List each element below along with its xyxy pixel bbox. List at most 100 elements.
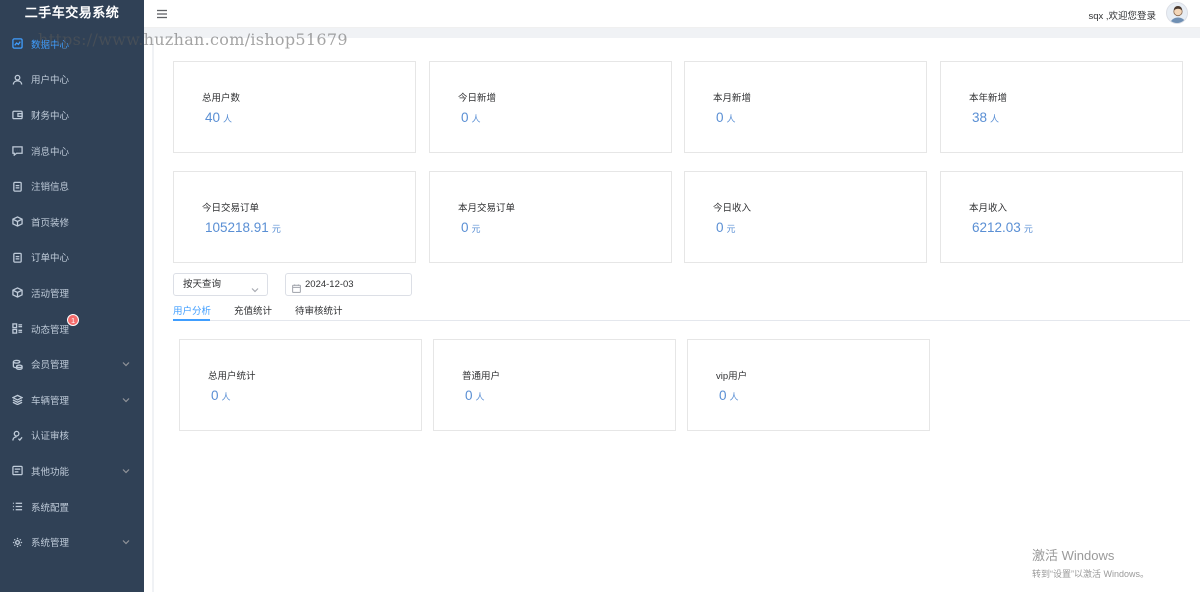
sidebar-item-dynamic-management[interactable]: 动态管理 1 (0, 311, 144, 347)
dashboard-icon (12, 38, 23, 50)
stat-value: 0人 (211, 388, 231, 403)
chevron-down-icon (122, 360, 130, 368)
windows-activation-watermark: 激活 Windows 转到“设置”以激活 Windows。 (1032, 545, 1149, 580)
chevron-down-icon (122, 467, 130, 475)
sidebar-item-activity-management[interactable]: 活动管理 (0, 275, 144, 311)
stat-value: 0元 (716, 220, 736, 235)
sidebar-item-other-functions[interactable]: 其他功能 (0, 453, 144, 489)
sidebar-item-user-center[interactable]: 用户中心 (0, 62, 144, 98)
menu-list-icon (12, 501, 23, 512)
sidebar-item-cancellation-info[interactable]: 注销信息 (0, 168, 144, 204)
sidebar-item-label: 系统配置 (31, 502, 70, 514)
sidebar-item-member-management[interactable]: 会员管理 (0, 346, 144, 382)
tab-recharge-stats[interactable]: 充值统计 (234, 303, 272, 317)
stat-card-month-new: 本月新增 0人 (684, 61, 927, 153)
sidebar-item-label: 财务中心 (31, 110, 70, 122)
document-icon (12, 181, 23, 192)
query-type-select[interactable]: 按天查询 (173, 273, 268, 296)
date-picker[interactable]: 2024-12-03 (285, 273, 412, 296)
user-check-icon (12, 430, 23, 441)
stat-card-today-orders: 今日交易订单 105218.91 元 (173, 171, 416, 263)
stat-value: 105218.91 元 (205, 220, 281, 235)
date-value: 2024-12-03 (305, 279, 354, 290)
stat-label: 普通用户 (462, 371, 501, 382)
sidebar-item-label: 会员管理 (31, 360, 70, 372)
stat-card-regular-users: 普通用户 0人 (433, 339, 676, 431)
sidebar-item-label: 订单中心 (31, 253, 70, 265)
message-icon (12, 145, 23, 157)
sidebar-item-label: 认证审核 (31, 431, 70, 443)
wallet-icon (12, 109, 23, 120)
chevron-down-icon (122, 538, 130, 546)
stat-label: 本年新增 (969, 93, 1008, 104)
stat-value: 0元 (461, 220, 481, 235)
box-icon (12, 216, 23, 228)
top-header: sqx ,欢迎您登录 (144, 0, 1200, 28)
stat-card-year-new: 本年新增 38 人 (940, 61, 1183, 153)
stat-label: 今日新增 (458, 93, 497, 104)
sidebar-item-system-management[interactable]: 系统管理 (0, 524, 144, 560)
stat-value: 6212.03 元 (972, 220, 1033, 235)
tab-user-analysis[interactable]: 用户分析 (173, 303, 211, 317)
stat-value: 40 人 (205, 110, 233, 125)
user-icon (12, 74, 23, 85)
sidebar-item-label: 活动管理 (31, 288, 70, 300)
sidebar-item-label: 用户中心 (31, 75, 70, 87)
stat-label: 本月交易订单 (458, 203, 516, 214)
stat-value: 38 人 (972, 110, 1000, 125)
list-board-icon (12, 465, 23, 476)
windows-activation-title: 激活 Windows (1032, 548, 1115, 563)
notification-badge: 1 (67, 313, 80, 326)
grid-list-icon (12, 323, 23, 334)
stat-label: vip用户 (716, 371, 748, 382)
stat-label: 总用户统计 (208, 371, 256, 382)
gear-icon (12, 537, 23, 548)
stat-card-vip-users: vip用户 0人 (687, 339, 930, 431)
coins-icon (12, 359, 23, 370)
sidebar-item-label: 动态管理 (31, 324, 70, 336)
sidebar-item-label: 其他功能 (31, 466, 70, 478)
calendar-icon (292, 280, 301, 293)
app-title: 二手车交易系统 (24, 5, 120, 20)
stat-card-month-income: 本月收入 6212.03 元 (940, 171, 1183, 263)
sidebar-item-system-config[interactable]: 系统配置 (0, 489, 144, 525)
active-tab-indicator (173, 319, 210, 321)
stat-card-total-users: 总用户数 40 人 (173, 61, 416, 153)
stat-value: 0人 (465, 388, 485, 403)
url-watermark: https://www.huzhan.com/ishop51679 (38, 30, 348, 49)
content-divider (152, 38, 154, 592)
sidebar-item-label: 系统管理 (31, 538, 70, 550)
welcome-text: sqx ,欢迎您登录 (1088, 11, 1156, 22)
document-icon (12, 252, 23, 263)
sidebar-item-vehicle-management[interactable]: 车辆管理 (0, 382, 144, 418)
sidebar-item-order-center[interactable]: 订单中心 (0, 240, 144, 276)
stat-label: 本月收入 (969, 203, 1008, 214)
avatar[interactable] (1166, 2, 1188, 24)
analysis-tabs: 用户分析 充值统计 待审核统计 (173, 298, 1190, 321)
stat-card-total-user-stats: 总用户统计 0人 (179, 339, 422, 431)
windows-activation-subtitle: 转到“设置”以激活 Windows。 (1032, 569, 1150, 579)
chevron-down-icon (122, 396, 130, 404)
sidebar-item-message-center[interactable]: 消息中心 (0, 133, 144, 169)
sidebar-item-verification-review[interactable]: 认证审核 (0, 418, 144, 454)
query-type-value: 按天查询 (183, 279, 222, 290)
chevron-down-icon (251, 281, 259, 293)
sidebar-item-finance-center[interactable]: 财务中心 (0, 97, 144, 133)
sidebar-item-label: 注销信息 (31, 182, 70, 194)
stat-card-month-orders: 本月交易订单 0元 (429, 171, 672, 263)
stat-label: 今日交易订单 (202, 203, 260, 214)
stat-label: 本月新增 (713, 93, 752, 104)
stat-card-today-income: 今日收入 0元 (684, 171, 927, 263)
stat-label: 今日收入 (713, 203, 752, 214)
sidebar-item-label: 消息中心 (31, 146, 70, 158)
tab-pending-review-stats[interactable]: 待审核统计 (295, 303, 343, 317)
stat-value: 0人 (719, 388, 739, 403)
hamburger-menu-icon[interactable] (156, 7, 168, 19)
stat-label: 总用户数 (202, 93, 241, 104)
layers-icon (12, 394, 23, 406)
sidebar-item-label: 车辆管理 (31, 395, 70, 407)
sidebar-item-homepage-decoration[interactable]: 首页装修 (0, 204, 144, 240)
stat-value: 0人 (461, 110, 481, 125)
sidebar-menu: 数据中心 用户中心 财务中心 消息中心 注销信息 首页装修 订单中心 活动管理 (0, 26, 144, 560)
stat-card-today-new: 今日新增 0人 (429, 61, 672, 153)
